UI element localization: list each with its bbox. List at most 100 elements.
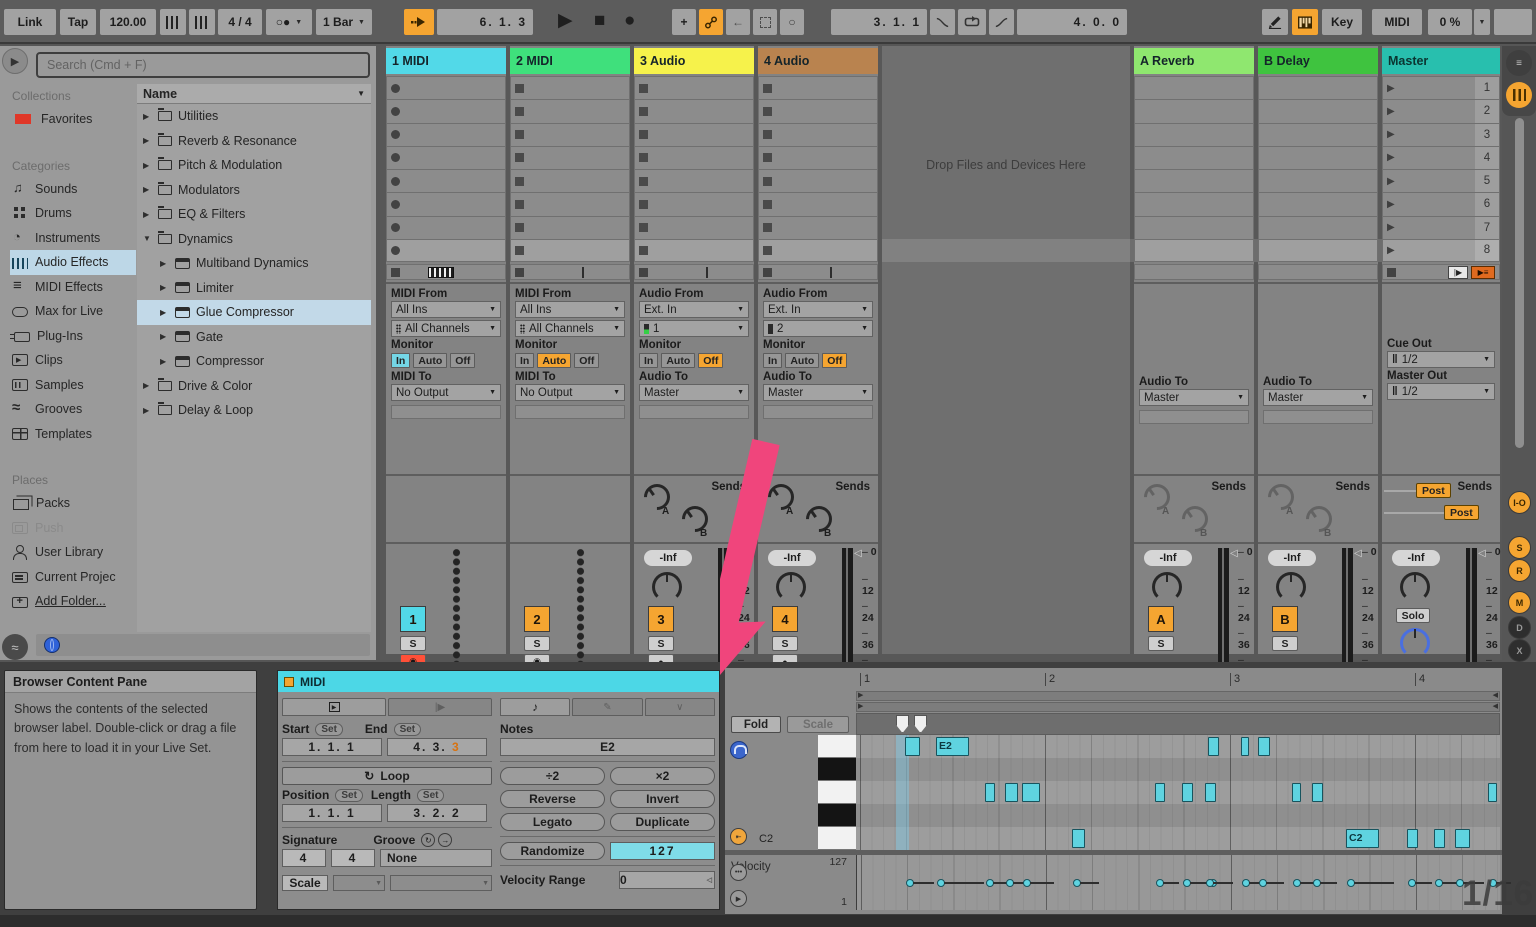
scene-launch-icon[interactable]: ▶ bbox=[1387, 83, 1395, 94]
input-select[interactable]: All Ins ▼ bbox=[391, 301, 501, 318]
chevron-right-icon[interactable]: ▶ bbox=[143, 210, 152, 219]
chevron-right-icon[interactable]: ▶ bbox=[160, 259, 169, 268]
sidebar-item-plug-ins[interactable]: Plug-Ins bbox=[10, 324, 136, 349]
midi-note[interactable] bbox=[985, 783, 995, 802]
tab-clip[interactable]: ▶ bbox=[282, 698, 386, 716]
sidebar-item-clips[interactable]: Clips bbox=[10, 348, 136, 373]
solo-button-3[interactable]: S bbox=[648, 636, 674, 651]
clip-slot[interactable] bbox=[386, 122, 506, 146]
tree-item-modulators[interactable]: ▶ Modulators bbox=[137, 178, 371, 203]
monitor-in-button[interactable]: In bbox=[763, 353, 783, 368]
mixer-view-button[interactable] bbox=[1506, 82, 1532, 108]
sidebar-item-sounds[interactable]: Sounds bbox=[10, 177, 136, 202]
sidebar-item-packs[interactable]: Packs bbox=[10, 491, 136, 516]
slot-stop-icon[interactable] bbox=[515, 199, 524, 209]
clip-slot[interactable] bbox=[634, 215, 754, 239]
fold-to-notes-button[interactable]: ⇤ bbox=[730, 828, 747, 845]
monitor-auto-button[interactable]: Auto bbox=[785, 353, 820, 368]
toggle-crossfader[interactable]: X bbox=[1508, 639, 1531, 662]
send-a-knob[interactable] bbox=[1262, 478, 1300, 516]
clip-slot[interactable] bbox=[634, 99, 754, 123]
midi-note[interactable] bbox=[1312, 783, 1323, 802]
midi-note[interactable]: C2 bbox=[1346, 829, 1379, 848]
output-select[interactable]: No Output ▼ bbox=[391, 384, 501, 401]
toggle-sends[interactable]: S bbox=[1508, 536, 1531, 559]
back-to-arrangement-button[interactable]: ← bbox=[726, 9, 750, 35]
slot-stop-icon[interactable] bbox=[515, 176, 524, 186]
sidebar-item-favorites[interactable]: Favorites bbox=[10, 107, 136, 132]
tab-expression[interactable]: ∨ bbox=[644, 698, 715, 716]
chevron-down-icon[interactable]: ▼ bbox=[143, 234, 152, 243]
start-field[interactable]: 1. 1. 1 bbox=[282, 738, 382, 756]
invert-button[interactable]: Invert bbox=[610, 790, 715, 808]
midi-note[interactable] bbox=[905, 737, 920, 756]
note-marker-flag[interactable] bbox=[896, 715, 909, 733]
monitor-in-button[interactable]: In bbox=[639, 353, 659, 368]
scene-slot[interactable]: ▶ 2 bbox=[1382, 99, 1500, 123]
clip-slot[interactable] bbox=[758, 169, 878, 193]
sidebar-item-drums[interactable]: Drums bbox=[10, 201, 136, 226]
white-key[interactable] bbox=[818, 735, 856, 758]
output-select[interactable]: Master ▼ bbox=[763, 384, 873, 401]
send-b-knob[interactable] bbox=[1300, 500, 1338, 538]
stop-all-clips-icon[interactable] bbox=[1387, 267, 1396, 277]
slot-stop-icon[interactable] bbox=[639, 223, 648, 233]
clip-slot[interactable] bbox=[386, 215, 506, 239]
clip-slot[interactable] bbox=[386, 238, 506, 262]
slot-record-icon[interactable] bbox=[391, 199, 400, 209]
marker-lane[interactable] bbox=[856, 713, 1500, 735]
piano-keyboard[interactable] bbox=[818, 735, 856, 850]
slot-stop-icon[interactable] bbox=[639, 153, 648, 163]
clip-slot[interactable] bbox=[634, 238, 754, 262]
send-a-knob[interactable] bbox=[1138, 478, 1176, 516]
sidebar-item-templates[interactable]: Templates bbox=[10, 422, 136, 447]
set-end-button[interactable]: Set bbox=[393, 722, 422, 736]
tree-item-compressor[interactable]: ▶ Compressor bbox=[137, 349, 371, 374]
duplicate-button[interactable]: Duplicate bbox=[610, 813, 715, 831]
clip-slot[interactable] bbox=[510, 99, 630, 123]
velocity-lane-menu-button[interactable]: ••• bbox=[730, 864, 747, 881]
quantize-menu-icon[interactable] bbox=[160, 9, 186, 35]
toggle-io[interactable]: I-O bbox=[1508, 491, 1531, 514]
cpu-menu-chevron[interactable]: ▼ bbox=[1474, 9, 1490, 35]
clip-slot[interactable] bbox=[386, 99, 506, 123]
track-title-3[interactable]: 3 Audio bbox=[634, 48, 754, 74]
draw-selection-button[interactable] bbox=[753, 9, 777, 35]
solo-button-4[interactable]: S bbox=[772, 636, 798, 651]
clip-slot[interactable] bbox=[758, 122, 878, 146]
record-button[interactable]: ● bbox=[624, 7, 635, 35]
clip-stop-icon[interactable] bbox=[391, 267, 400, 277]
clip-slot[interactable] bbox=[510, 238, 630, 262]
clip-slot[interactable] bbox=[758, 76, 878, 100]
volume-handle-icon[interactable]: ◁ bbox=[1230, 548, 1238, 559]
return-title-b[interactable]: B Delay bbox=[1258, 48, 1378, 74]
clip-slot[interactable] bbox=[758, 99, 878, 123]
return-activator-a[interactable]: A bbox=[1148, 606, 1174, 632]
sidebar-item-samples[interactable]: Samples bbox=[10, 373, 136, 398]
hamburger-menu-button[interactable]: ≡ bbox=[1506, 50, 1532, 76]
sig-numerator-field[interactable]: 4 bbox=[282, 849, 326, 867]
input-channel-select[interactable]: All Channels ▼ bbox=[391, 320, 501, 337]
slot-stop-icon[interactable] bbox=[763, 199, 772, 209]
volume-handle-icon[interactable]: ◁ bbox=[854, 548, 862, 559]
input-select[interactable]: All Ins ▼ bbox=[515, 301, 625, 318]
mul2-button[interactable]: ×2 bbox=[610, 767, 715, 785]
punch-out-button[interactable] bbox=[989, 9, 1014, 35]
midi-note[interactable] bbox=[1407, 829, 1418, 848]
back-to-arrangement-mini-button[interactable]: |▶ bbox=[1448, 265, 1468, 279]
sidebar-item-grooves[interactable]: Grooves bbox=[10, 397, 136, 422]
tree-item-reverb-resonance[interactable]: ▶ Reverb & Resonance bbox=[137, 129, 371, 154]
monitor-off-button[interactable]: Off bbox=[450, 353, 476, 368]
send-b-pre-post-toggle[interactable]: Post bbox=[1444, 505, 1479, 520]
input-channel-select[interactable]: All Channels ▼ bbox=[515, 320, 625, 337]
clip-slot[interactable] bbox=[386, 145, 506, 169]
clip-slot[interactable] bbox=[634, 192, 754, 216]
midi-note[interactable] bbox=[1155, 783, 1165, 802]
slot-stop-icon[interactable] bbox=[763, 245, 772, 255]
slot-stop-icon[interactable] bbox=[763, 130, 772, 140]
toggle-returns[interactable]: R bbox=[1508, 559, 1531, 582]
midi-note[interactable] bbox=[1241, 737, 1249, 756]
output-select[interactable]: Master ▼ bbox=[1139, 389, 1249, 406]
velocity-range-field[interactable]: 0 ◁ bbox=[619, 871, 715, 889]
clip-slot[interactable] bbox=[758, 192, 878, 216]
